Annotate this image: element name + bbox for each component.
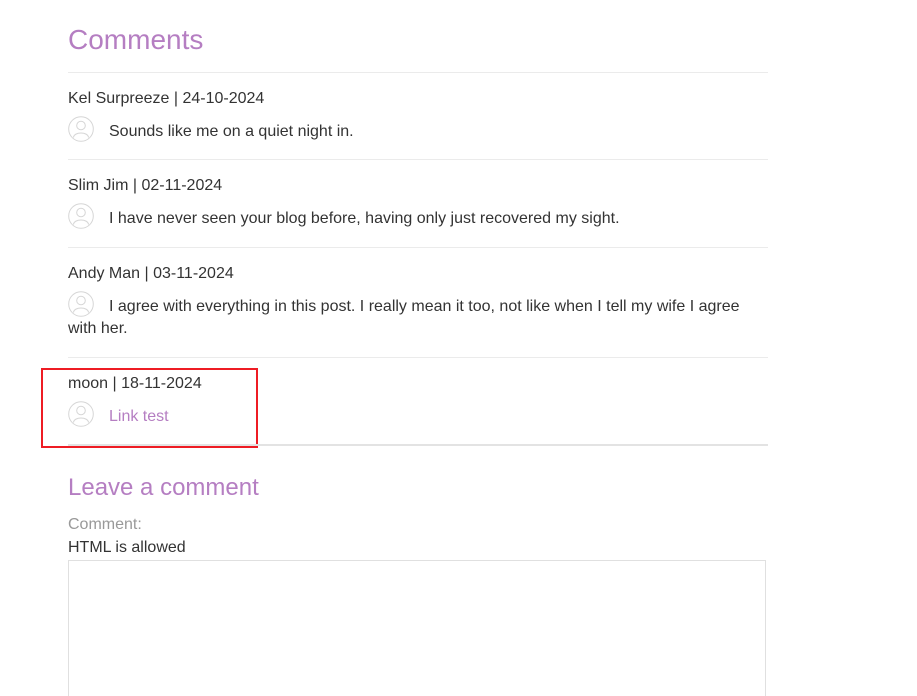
comment-divider: [68, 159, 768, 160]
highlight-annotation-box: [41, 368, 258, 448]
html-allowed-note: HTML is allowed: [68, 539, 186, 556]
comment-divider: [68, 357, 768, 358]
comment-text: I have never seen your blog before, havi…: [109, 210, 620, 227]
comment-item: Slim Jim | 02-11-2024 I have never seen …: [68, 176, 768, 248]
comment-label: Comment:: [68, 516, 142, 533]
blog-comments-page: Comments Kel Surpreeze | 24-10-2024 Soun…: [0, 0, 917, 696]
comment-text: I agree with everything in this post. I …: [68, 298, 740, 337]
comment-meta: Kel Surpreeze | 24-10-2024: [68, 90, 265, 107]
comment-textarea[interactable]: [68, 560, 766, 696]
divider: [68, 72, 768, 73]
comment-meta: Andy Man | 03-11-2024: [68, 265, 234, 282]
comment-text: Sounds like me on a quiet night in.: [109, 123, 354, 140]
comment-item: Andy Man | 03-11-2024 I agree with every…: [68, 264, 768, 358]
comments-heading: Comments: [68, 24, 204, 55]
section-divider: [68, 444, 768, 446]
comment-item: Kel Surpreeze | 24-10-2024 Sounds like m…: [68, 89, 768, 160]
comment-divider: [68, 247, 768, 248]
leave-comment-heading: Leave a comment: [68, 474, 259, 501]
comment-meta: Slim Jim | 02-11-2024: [68, 177, 223, 194]
